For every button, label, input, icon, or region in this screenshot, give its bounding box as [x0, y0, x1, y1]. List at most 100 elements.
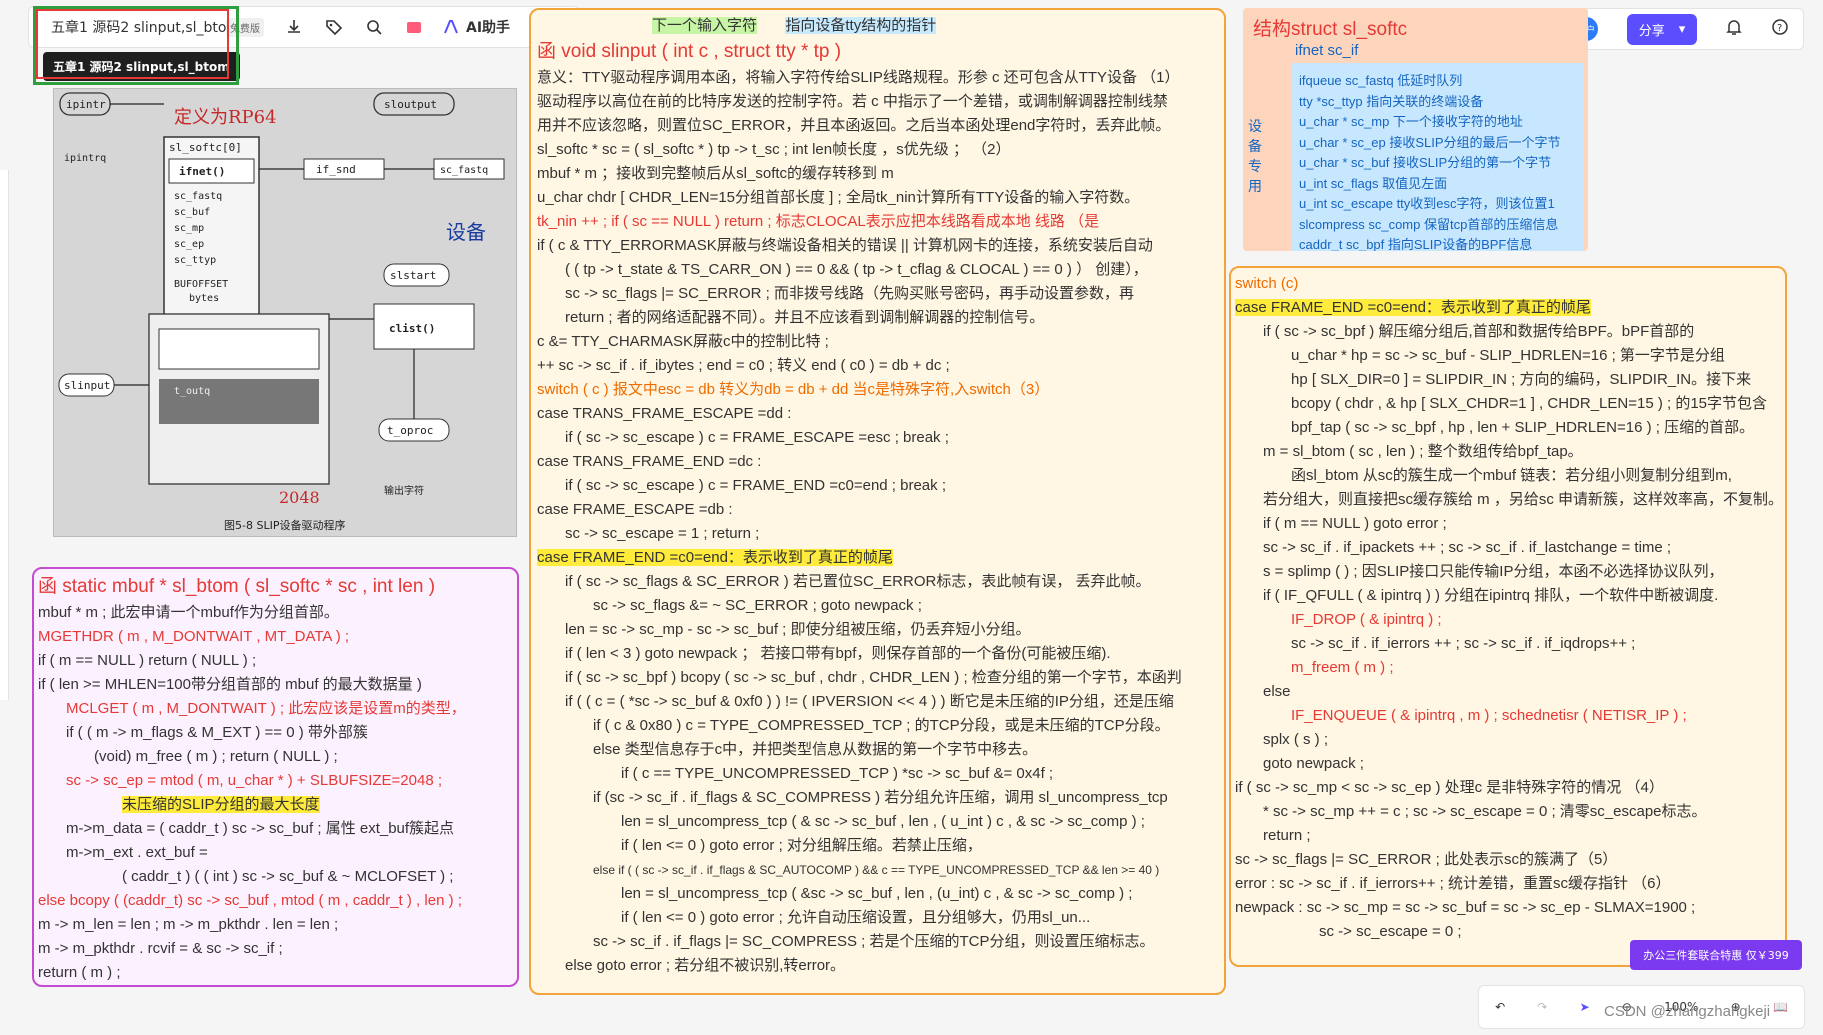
code-line: goto newpack ; — [1263, 755, 1364, 772]
code-line: return ; 者的网络适配器不同）。并且不应该看到调制解调器的控制信号。 — [565, 309, 1045, 326]
pointer-icon[interactable]: ➤ — [1580, 1000, 1590, 1014]
code-line: if ( c & TTY_ERRORMASK屏蔽与终端设备相关的错误 || 计算… — [537, 237, 1153, 254]
struct-field: u_int sc_flags 取值见左面 — [1299, 175, 1448, 191]
code-line: * sc -> sc_mp ++ = c ; sc -> sc_escape =… — [1263, 803, 1707, 820]
code-line: 用并不应该忽略，则置位SC_ERROR，并且本函返回。之后当本函处理end字符时… — [537, 117, 1171, 134]
fig-label-slstart: slstart — [390, 269, 436, 282]
code-line: (void) m_free ( m ) ; return ( NULL ) ; — [94, 748, 338, 765]
code-line: u_char * hp = sc -> sc_buf - SLIP_HDRLEN… — [1291, 347, 1725, 364]
code-line: if ( sc -> sc_escape ) c = FRAME_ESCAPE … — [565, 429, 949, 446]
fig-label-ifnet: ifnet() — [179, 165, 225, 178]
code-line: len = sl_uncompress_tcp ( &sc -> sc_buf … — [621, 885, 1133, 902]
sl-btom-panel: 函 static mbuf * sl_btom ( sl_softc * sc … — [32, 567, 519, 987]
figure-caption: 图5-8 SLIP设备驱动程序 — [224, 518, 345, 532]
search-icon[interactable] — [360, 13, 388, 41]
struct-field: u_int sc_escape tty收到esc字符，则该位置1 — [1299, 196, 1555, 211]
code-line: hp [ SLX_DIR=0 ] = SLIPDIR_IN ; 方向的编码，SL… — [1291, 371, 1752, 388]
code-line: if ( sc -> sc_flags & SC_ERROR ) 若已置位SC_… — [565, 573, 1151, 590]
code-line: case TRANS_FRAME_END =dc : — [537, 453, 762, 470]
slinput-title: 函 void slinput ( int c , struct tty * tp… — [537, 41, 842, 62]
fig-label-slsoftc: sl_softc[0] — [169, 141, 242, 154]
code-line: if ( m == NULL ) return ( NULL ) ; — [38, 652, 257, 669]
struct-field: tty *sc_ttyp 指向关联的终端设备 — [1299, 93, 1484, 109]
code-line: MGETHDR ( m , M_DONTWAIT , MT_DATA ) ; — [38, 628, 350, 645]
fig-label-ipintr: ipintr — [66, 98, 106, 111]
annotation-red-box — [36, 9, 229, 79]
share-button[interactable]: 分享 ▾ — [1626, 13, 1698, 45]
code-line: 意义：TTY驱动程序调用本函，将输入字符传给SLIP线路规程。形参 c 还可包含… — [537, 69, 1180, 86]
code-line: ++ sc -> sc_if . if_ibytes ; end = c0 ; … — [537, 357, 950, 374]
code-line: 未压缩的SLIP分组的最大长度 — [122, 796, 320, 813]
svg-text:?: ? — [1777, 23, 1782, 34]
struct-field: u_char * sc_mp 下一个接收字符的地址 — [1299, 114, 1523, 129]
promo-banner[interactable]: 办公三件套联合特惠 仅￥399 — [1630, 940, 1802, 970]
code-line: if ( sc -> sc_escape ) c = FRAME_END =c0… — [565, 477, 946, 494]
ai-assistant-button[interactable]: AI助手 — [444, 17, 510, 37]
tag-icon[interactable] — [320, 13, 348, 41]
ai-assistant-label: AI助手 — [466, 20, 511, 36]
undo-icon[interactable]: ↶ — [1495, 1000, 1505, 1014]
template-icon[interactable] — [400, 13, 428, 41]
code-line: c &= TTY_CHARMASK屏蔽c中的控制比特 ; — [537, 333, 829, 350]
code-line: m -> m_pkthdr . rcvif = & sc -> sc_if ; — [38, 940, 283, 957]
code-line: m -> m_len = len ; m -> m_pkthdr . len =… — [38, 916, 339, 933]
fig-label-define: 定义为RP64 — [174, 107, 277, 128]
code-line: bpf_tap ( sc -> sc_bpf , hp , len + SLIP… — [1291, 419, 1755, 436]
code-line: m->m_data = ( caddr_t ) sc -> sc_buf ; 属… — [66, 820, 455, 837]
code-line: splx ( s ) ; — [1263, 731, 1329, 748]
code-line: if ( sc -> sc_mp < sc -> sc_ep ) 处理c 是非特… — [1235, 779, 1664, 796]
fig-label-bytes: bytes — [189, 293, 219, 304]
code-line: len = sl_uncompress_tcp ( & sc -> sc_buf… — [621, 813, 1145, 830]
bell-icon[interactable] — [1726, 18, 1742, 40]
fig-label-fastq-top: sc_fastq — [440, 165, 488, 176]
code-line: newpack : sc -> sc_mp = sc -> sc_buf = s… — [1235, 899, 1696, 916]
fig-label-scttyp: sc_ttyp — [174, 255, 216, 266]
sl-softc-struct-panel: 结构struct sl_softc 设备专用 ifnet sc_if ifque… — [1243, 8, 1588, 251]
struct-field: u_char * sc_ep 接收SLIP分组的最后一个字节 — [1299, 134, 1561, 150]
code-line: if ( ( c = ( *sc -> sc_buf & 0xf0 ) ) !=… — [565, 693, 1174, 710]
heading-tty-pointer: 指向设备tty结构的指针 — [785, 17, 937, 34]
struct-field: u_char * sc_buf 接收SLIP分组的第一个字节 — [1299, 155, 1552, 170]
code-line: else — [1263, 683, 1291, 700]
slinput-panel: 下一个输入字符 指向设备tty结构的指针 函 void slinput ( in… — [529, 8, 1226, 995]
code-line: return ( m ) ; — [38, 964, 121, 981]
struct-field: ifnet sc_if — [1295, 42, 1359, 59]
code-line: sc -> sc_if . if_flags |= SC_COMPRESS ; … — [593, 933, 1155, 950]
fig-label-scep: sc_ep — [174, 239, 204, 250]
code-line: if ( len < 3 ) goto newpack ； 若接口带有bpf，则… — [565, 645, 1111, 662]
slip-diagram: ipintr 定义为RP64 sloutput sl_softc[0] ifne… — [54, 89, 516, 536]
left-edge-panel — [0, 170, 9, 700]
fig-label-sloutput: sloutput — [384, 98, 437, 111]
fig-label-clist: clist() — [389, 322, 435, 335]
code-line: ( ( tp -> t_state & TS_CARR_ON ) == 0 &&… — [565, 261, 1148, 278]
code-line: sc -> sc_if . if_ipackets ++ ; sc -> sc_… — [1263, 539, 1672, 556]
book-icon[interactable]: 📖 — [1773, 1000, 1788, 1014]
code-line: IF_ENQUEUE ( & ipintrq , m ) ; schedneti… — [1291, 707, 1687, 724]
fig-label-scbuf: sc_buf — [174, 207, 210, 218]
code-line: u_char chdr [ CHDR_LEN=15分组首部长度 ] ; 全局tk… — [537, 189, 1140, 206]
code-line: 若分组大，则直接把sc缓存簇给 m ，另给sc 申请新簇，这样效率高，不复制。 — [1263, 491, 1784, 508]
code-line: if ( c == TYPE_UNCOMPRESSED_TCP ) *sc ->… — [621, 765, 1054, 782]
fig-label-ifsnd: if_snd — [316, 163, 356, 176]
share-label: 分享 — [1638, 23, 1665, 39]
code-line: IF_DROP ( & ipintrq ) ; — [1291, 611, 1442, 628]
code-line: tk_nin ++ ; if ( sc == NULL ) return ; 标… — [537, 213, 1100, 230]
code-line: mbuf * m ; 此宏申请一个mbuf作为分组首部。 — [38, 604, 339, 621]
code-line: 驱动程序以高位在前的比特序发送的控制字符。若 c 中指示了一个差错，或调制解调器… — [537, 93, 1168, 110]
help-icon[interactable]: ? — [1771, 18, 1789, 40]
code-line: bcopy ( chdr , & hp [ SLX_CHDR=1 ] , CHD… — [1291, 395, 1768, 412]
slip-driver-figure: ipintr 定义为RP64 sloutput sl_softc[0] ifne… — [53, 88, 517, 537]
code-line: else 类型信息存于c中，并把类型信息从数据的第一个字节中移去。 — [593, 741, 1038, 758]
code-line: m_freem ( m ) ; — [1291, 659, 1394, 676]
code-line: switch ( c ) 报文中esc = db 转义为db = db + dd… — [537, 381, 1050, 398]
code-line: sc -> sc_flags |= SC_ERROR ; 此处表示sc的簇满了（… — [1235, 851, 1618, 868]
code-line: ( caddr_t ) ( ( int ) sc -> sc_buf & ~ M… — [122, 868, 454, 885]
code-line: case TRANS_FRAME_ESCAPE =dd : — [537, 405, 792, 422]
download-icon[interactable] — [280, 13, 308, 41]
fig-label-slinput: slinput — [64, 379, 110, 392]
code-line: case FRAME_END =c0=end：表示收到了真正的帧尾 — [1235, 299, 1591, 316]
fig-label-toproc: t_oproc — [387, 424, 433, 437]
struct-field: slcompress sc_comp 保留tcp首部的压缩信息 — [1299, 216, 1559, 232]
redo-icon[interactable]: ↷ — [1537, 1000, 1547, 1014]
code-line: if ( sc -> sc_bpf ) bcopy ( sc -> sc_buf… — [565, 669, 1182, 686]
